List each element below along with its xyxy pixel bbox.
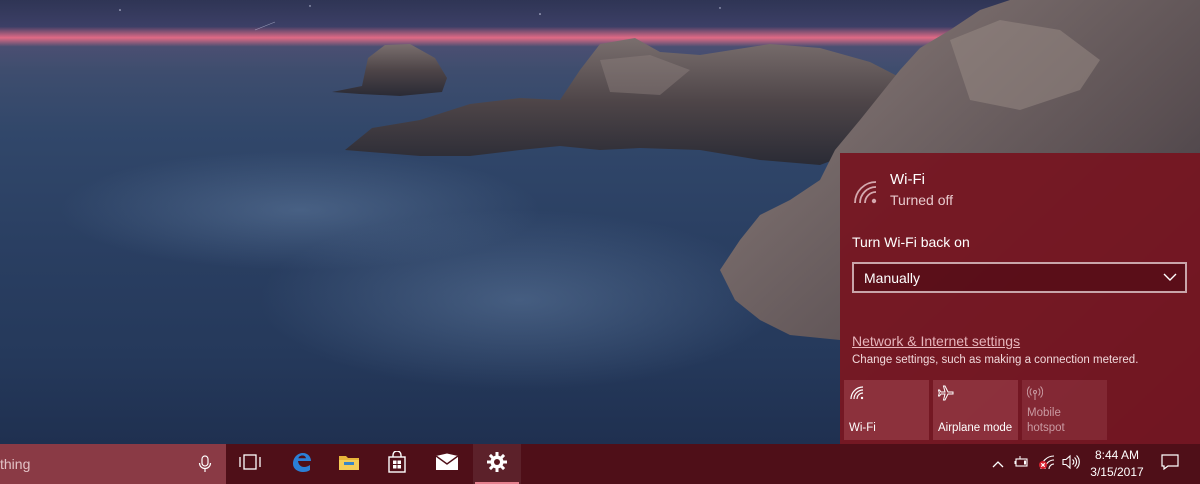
network-flyout: Wi-Fi Turned off Turn Wi-Fi back on Manu… [840, 153, 1200, 444]
folder-icon [338, 453, 360, 476]
clock-time: 8:44 AM [1094, 448, 1140, 462]
wifi-disconnected-icon [1037, 454, 1057, 475]
action-center-button[interactable] [1152, 444, 1188, 484]
store-icon [386, 449, 408, 478]
gear-icon [486, 451, 508, 478]
wifi-off-icon [852, 179, 880, 207]
network-settings-link[interactable]: Network & Internet settings [852, 333, 1020, 349]
chevron-down-icon [1163, 270, 1177, 284]
volume-icon [1062, 454, 1080, 475]
wifi-name: Wi-Fi [890, 171, 925, 188]
search-text: thing [0, 456, 31, 472]
network-tray-button[interactable] [1036, 444, 1058, 484]
file-explorer-button[interactable] [325, 444, 373, 484]
network-settings-description: Change settings, such as making a connec… [852, 354, 1139, 366]
search-box[interactable]: thing [0, 444, 226, 484]
chevron-up-icon [992, 455, 1004, 473]
hotspot-icon [1026, 385, 1044, 401]
mail-button[interactable] [423, 444, 471, 484]
turn-wifi-on-label: Turn Wi-Fi back on [852, 234, 970, 250]
system-clock[interactable]: 8:44 AM 3/15/2017 [1082, 447, 1152, 481]
wifi-network-item[interactable]: Wi-Fi Turned off [852, 171, 1192, 213]
quick-actions: Wi-Fi Airplane mode Mobile hotspot [844, 380, 1196, 440]
battery-icon [1014, 455, 1030, 474]
task-view-icon [239, 453, 261, 475]
microphone-icon[interactable] [197, 455, 213, 473]
edge-icon [290, 451, 312, 478]
airplane-icon [937, 385, 954, 401]
turn-wifi-on-dropdown[interactable]: Manually [852, 262, 1187, 293]
wifi-status: Turned off [890, 192, 954, 208]
tile-label: Wi-Fi [849, 422, 876, 434]
taskbar: thing 8:44 AM 3/15/2017 [0, 444, 1200, 484]
show-hidden-icons-button[interactable] [988, 444, 1008, 484]
task-view-button[interactable] [226, 444, 274, 484]
wifi-icon [849, 385, 865, 401]
dropdown-value: Manually [864, 270, 921, 286]
airplane-mode-tile[interactable]: Airplane mode [933, 380, 1018, 440]
mail-icon [435, 453, 459, 476]
notifications-icon [1161, 453, 1179, 475]
tile-label: Mobile hotspot [1027, 407, 1065, 434]
mobile-hotspot-tile[interactable]: Mobile hotspot [1022, 380, 1107, 440]
edge-button[interactable] [277, 444, 325, 484]
store-button[interactable] [373, 444, 421, 484]
tile-label: Airplane mode [938, 422, 1013, 434]
wifi-toggle-tile[interactable]: Wi-Fi [844, 380, 929, 440]
battery-tray-button[interactable] [1012, 444, 1032, 484]
volume-tray-button[interactable] [1060, 444, 1082, 484]
clock-date: 3/15/2017 [1090, 465, 1144, 479]
settings-button[interactable] [473, 444, 521, 484]
